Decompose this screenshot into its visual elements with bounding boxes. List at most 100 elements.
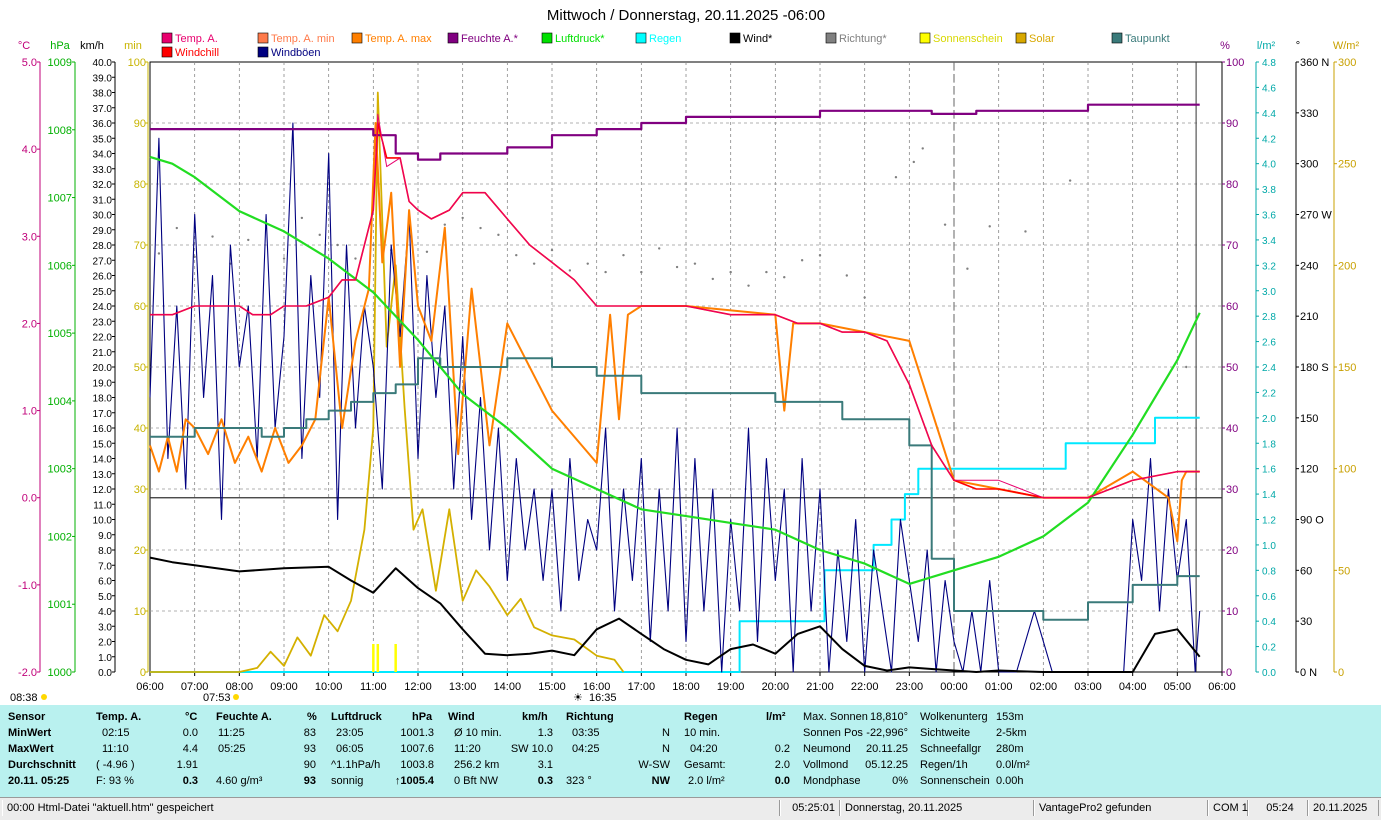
legend-swatch [257, 46, 269, 58]
wind-tick-label: 5.0 [98, 592, 112, 603]
pressure-tick-label: 1009 [48, 57, 72, 69]
direction-point [894, 176, 898, 179]
direction-point [675, 265, 679, 269]
legend-label: Richtung* [839, 33, 887, 45]
temp-tick-label: 3.0 [22, 231, 37, 243]
direction-tick-label: 330 [1300, 108, 1318, 120]
wind-tick-label: 10.0 [93, 516, 113, 527]
direction-point [693, 262, 697, 265]
legend-swatch [161, 46, 173, 58]
wind-tick-label: 21.0 [93, 348, 113, 359]
rain-now-extra: 2.0 l/m² [688, 775, 725, 787]
status-date: Donnerstag, 20.11.2025 [840, 800, 1034, 816]
wind-tick-label: 11.0 [93, 500, 112, 511]
pressure-tick-label: 1008 [48, 125, 72, 137]
wind-tick-label: 28.0 [93, 241, 113, 252]
wind-tick-label: 37.0 [93, 104, 113, 115]
direction-point [157, 252, 161, 255]
dir-max-time: 04:25 [572, 743, 600, 755]
pressure-tick-label: 1001 [48, 599, 72, 611]
direction-point [604, 270, 607, 274]
moon-phase-label: Mondphase [803, 775, 861, 787]
header-humidity-unit: % [307, 711, 317, 723]
direction-point [443, 223, 446, 226]
status-bar: 00:00 Html-Datei "aktuell.htm" gespeiche… [0, 797, 1381, 820]
humidity-tick-label: 100 [1226, 57, 1244, 69]
wind-tick-label: 0.0 [98, 668, 112, 679]
rain-tick-label: 0.0 [1262, 668, 1276, 679]
direction-point [318, 233, 321, 237]
temp-tick-label: 4.0 [22, 144, 37, 156]
dir-now-value: NW [651, 775, 670, 787]
direction-point [1131, 458, 1134, 462]
x-tick-label: 10:00 [315, 681, 343, 693]
wind-tick-label: 29.0 [93, 226, 113, 237]
direction-point [711, 277, 714, 281]
humidity-tick-label: 50 [1226, 362, 1238, 374]
pressure-tick-label: 1006 [48, 260, 72, 272]
press-avg-value: 1003.8 [400, 759, 434, 771]
rain-total-value: 2.0 [774, 759, 790, 771]
direction-point [729, 270, 732, 274]
sunshine-value: 0.00h [996, 775, 1024, 787]
row-avg-label: Durchschnitt [8, 759, 76, 771]
header-wind: Wind [448, 711, 475, 723]
direction-point [988, 225, 991, 228]
x-tick-label: 14:00 [494, 681, 522, 693]
rain-tick-label: 1.2 [1262, 516, 1276, 527]
rain-tick-label: 0.6 [1262, 592, 1276, 603]
sun_min-tick-label: 60 [134, 301, 146, 313]
x-tick-label: 02:00 [1030, 681, 1058, 693]
sunrise-icon [41, 694, 47, 700]
legend-swatch [635, 32, 647, 44]
x-tick-label: 19:00 [717, 681, 745, 693]
x-tick-label: 05:00 [1164, 681, 1192, 693]
status-message: 00:00 Html-Datei "aktuell.htm" gespeiche… [2, 800, 780, 816]
header-humidity: Feuchte A. [216, 711, 272, 723]
dir-max-value: N [662, 743, 670, 755]
wind-tick-label: 17.0 [93, 409, 113, 420]
direction-point [461, 216, 464, 220]
direction-point [800, 259, 804, 262]
wind-tick-label: 6.0 [98, 577, 112, 588]
legend-swatch [351, 32, 363, 44]
x-tick-label: 12:00 [404, 681, 432, 693]
legend-label: Windböen [271, 47, 321, 59]
moon-phase-value: 0% [892, 775, 908, 787]
wind-avg-value: 3.1 [537, 759, 553, 771]
humidity-axis-label: % [1220, 40, 1230, 52]
status-port: COM 1 [1208, 800, 1248, 816]
sun_min-tick-label: 100 [128, 57, 146, 69]
direction-point [818, 253, 822, 257]
legend-label: Temp. A. [175, 33, 218, 45]
header-rain-unit: l/m² [766, 711, 786, 723]
press-trend: ^1.1hPa/h [331, 759, 381, 771]
x-tick-label: 20:00 [762, 681, 790, 693]
solar-axis-label: W/m² [1333, 40, 1360, 52]
direction-point [1068, 179, 1072, 182]
wind-avg10-label: Ø 10 min. [454, 727, 502, 739]
wind-tick-label: 15.0 [93, 439, 113, 450]
rain-tick-label: 4.4 [1262, 109, 1276, 120]
direction-point [336, 243, 339, 247]
rain-tick-label: 0.8 [1262, 566, 1276, 577]
rain-tick-label: 3.6 [1262, 211, 1276, 222]
header-rain: Regen [684, 711, 718, 723]
legend-label: Sonnenschein [933, 33, 1003, 45]
x-tick-label: 00:00 [940, 681, 968, 693]
humidity-tick-label: 0 [1226, 667, 1232, 679]
rain-tick-label: 4.6 [1262, 83, 1276, 94]
direction-tick-label: 210 [1300, 311, 1318, 323]
press-min-time: 23:05 [336, 727, 364, 739]
temp-min-time: 02:15 [102, 727, 130, 739]
direction-tick-label: 150 [1300, 413, 1318, 425]
snowline-value: 280m [996, 743, 1024, 755]
legend-swatch [729, 32, 741, 44]
humidity-tick-label: 20 [1226, 545, 1238, 557]
header-wind-unit: km/h [522, 711, 548, 723]
wind-now-value: 0.3 [537, 775, 553, 787]
dir-min-value: N [662, 727, 670, 739]
new-moon-label: Neumond [803, 743, 851, 755]
direction-tick-label: 270 W [1300, 210, 1332, 222]
wind-tick-label: 8.0 [98, 546, 112, 557]
